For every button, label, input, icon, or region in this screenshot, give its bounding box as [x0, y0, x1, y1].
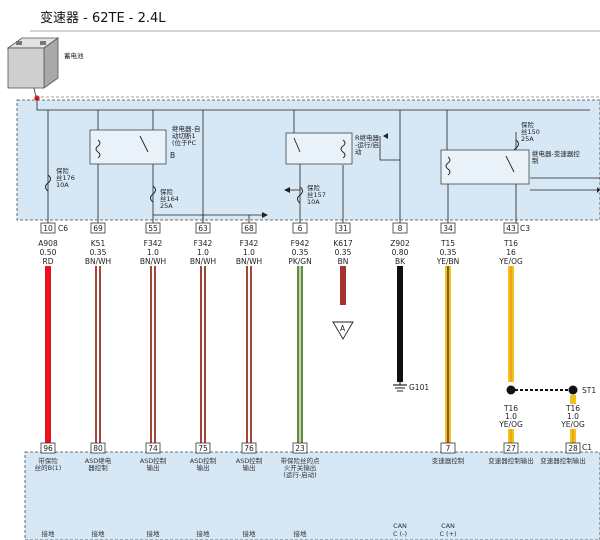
bottom-pin-sub: CAN C (+) [439, 522, 456, 538]
branch-labels: T161.0YE/OGT161.0YE/OG [498, 404, 585, 429]
gauge-label: 0.35 [292, 248, 309, 257]
top-pin-number: 55 [148, 224, 158, 233]
color-code-label: BN [338, 257, 349, 266]
bottom-pin-function: 变速器控制输出 [540, 456, 586, 465]
circuit-label: A908 [38, 239, 58, 248]
bottom-pin-number: 23 [295, 444, 305, 453]
bottom-pin-function: ASD继电器控制 [85, 456, 112, 472]
gauge-label: 0.35 [335, 248, 352, 257]
bottom-pin-number: 80 [93, 444, 103, 453]
bottom-pin-function: 变速器控制 [432, 456, 465, 465]
bottom-pin-number: 7 [446, 444, 451, 453]
bottom-pin-number: 96 [43, 444, 53, 453]
diagram-title: 变速器 - 62TE - 2.4L [40, 10, 166, 26]
circuit-label: F342 [194, 239, 213, 248]
color-code-label: YE/OG [498, 420, 523, 429]
ground-label: G101 [409, 383, 429, 392]
top-pin-number: 63 [198, 224, 208, 233]
st1-label: ST1 [582, 386, 596, 395]
bottom-pin-sub: 接地 [42, 529, 56, 538]
color-code-label: BN/WH [236, 257, 262, 266]
relay-transmission-control [440, 149, 530, 185]
circuit-label: F342 [144, 239, 163, 248]
bottom-pin-sub: 接地 [294, 529, 308, 538]
top-pin-number: 31 [338, 224, 348, 233]
relay-run-start [285, 132, 353, 165]
bottom-pin-number: 74 [148, 444, 158, 453]
bottom-pin-number: 27 [506, 444, 516, 453]
bottom-pin-sub: 接地 [197, 529, 211, 538]
top-pin-number: 68 [244, 224, 254, 233]
wiring-diagram: 变速器 - 62TE - 2.4L 蓄电池 10 69 55 63 68 6 3… [6, 10, 600, 540]
color-code-label: YE/BN [436, 257, 460, 266]
top-pin-number: 8 [398, 224, 403, 233]
splice-dot [568, 385, 578, 395]
gauge-label: 0.35 [90, 248, 107, 257]
wires [45, 266, 576, 447]
connector-c1-label: C1 [582, 443, 592, 452]
bottom-pin-number: 76 [244, 444, 254, 453]
gauge-label: 1.0 [197, 248, 209, 257]
circuit-label: F342 [240, 239, 259, 248]
color-code-label: BN/WH [140, 257, 166, 266]
circuit-label: K617 [333, 239, 352, 248]
bottom-pin-function: 变速器控制输出 [488, 456, 534, 465]
splice-a-label: A [340, 324, 346, 333]
top-connector-pins: 10 69 55 63 68 6 31 8 34 43 [40, 222, 519, 234]
battery-label: 蓄电池 [64, 51, 84, 60]
gauge-label: 16 [506, 248, 516, 257]
circuit-label: T16 [503, 239, 518, 248]
gauge-label: 0.35 [440, 248, 457, 257]
connector-c6-label: C6 [58, 224, 68, 233]
gauge-label: 1.0 [243, 248, 255, 257]
bottom-pin-number: 75 [198, 444, 208, 453]
color-code-label: BK [395, 257, 406, 266]
circuit-label: T15 [440, 239, 455, 248]
bottom-pin-sub: 接地 [243, 529, 257, 538]
bottom-pin-sub: 接地 [147, 529, 161, 538]
top-pin-number: 6 [298, 224, 303, 233]
top-pin-number: 34 [443, 224, 453, 233]
bottom-pin-sub: CAN C (-) [393, 522, 407, 538]
color-code-label: BN/WH [85, 257, 111, 266]
circuit-label: F942 [291, 239, 310, 248]
gauge-label: 1.0 [147, 248, 159, 257]
top-pin-number: 10 [43, 224, 53, 233]
circuit-label: Z902 [390, 239, 410, 248]
top-pin-number: 43 [506, 224, 516, 233]
gauge-label: 0.80 [392, 248, 409, 257]
battery-icon [6, 37, 60, 98]
color-code-label: BN/WH [190, 257, 216, 266]
bottom-pin-sub: 接地 [92, 529, 106, 538]
bottom-connector-pins: 96 80 74 75 76 23 7 27 28 [40, 442, 581, 454]
relay-tag: B [170, 151, 175, 160]
bottom-pin-number: 28 [568, 444, 578, 453]
splice-dot [506, 385, 516, 395]
wire-labels: A9080.50RDK510.35BN/WHF3421.0BN/WHF3421.… [38, 239, 523, 266]
color-code-label: YE/OG [498, 257, 523, 266]
color-code-label: RD [43, 257, 54, 266]
connector-c3-label: C3 [520, 224, 530, 233]
bottom-pin-function: 带保险丝的点火开关输出(运行-启动) [281, 456, 321, 479]
bottom-pin-function: 带保险丝的B(1) [35, 456, 62, 472]
top-pin-number: 69 [93, 224, 103, 233]
circuit-label: K51 [91, 239, 106, 248]
ground-icon [393, 384, 407, 392]
color-code-label: YE/OG [560, 420, 585, 429]
gauge-label: 0.50 [40, 248, 57, 257]
relay-asd [89, 129, 167, 165]
color-code-label: PK/GN [288, 257, 311, 266]
